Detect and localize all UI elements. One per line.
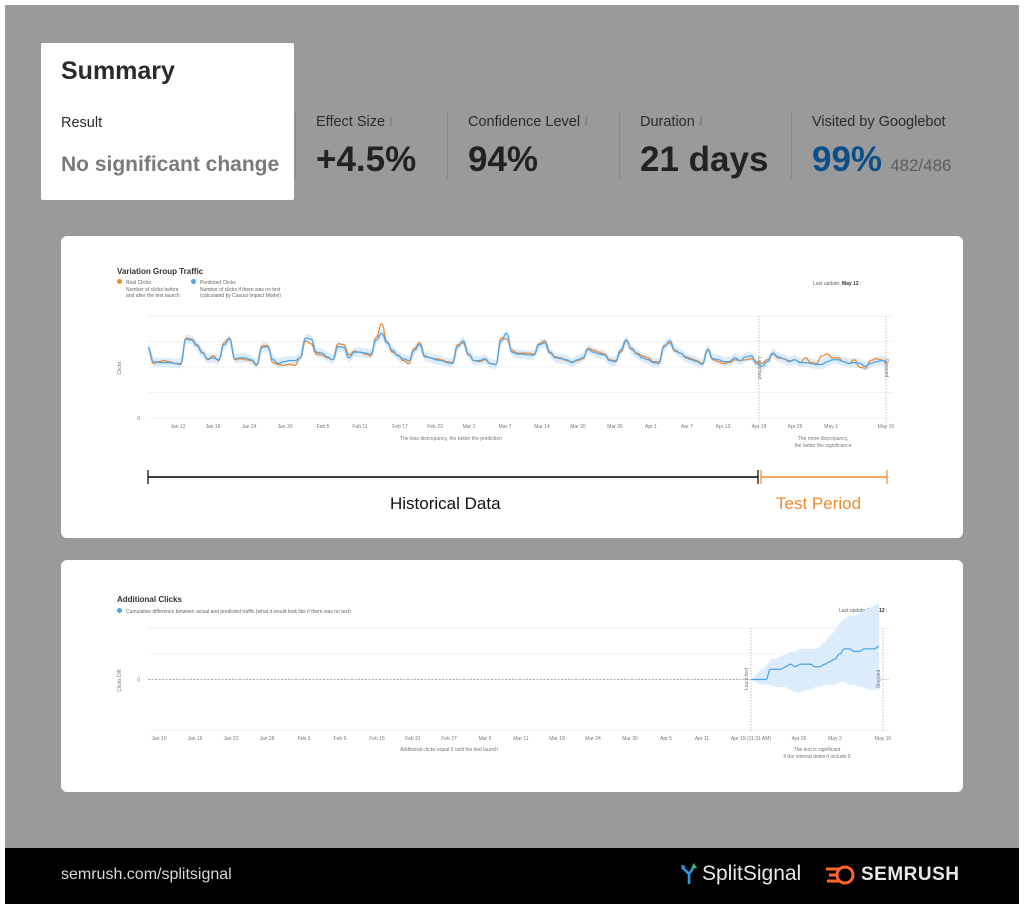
googlebot-count: 482/486 [890, 156, 952, 175]
x-tick-label: Jan 28 [259, 736, 274, 742]
confidence-level-label: Confidence Level i [468, 114, 589, 130]
x-tick-label: Apr 19 [752, 424, 767, 430]
x-tick-label: Feb 21 [405, 736, 421, 742]
x-tick-label: Jan 24 [241, 424, 256, 430]
metric-divider [791, 112, 792, 180]
additional-clicks-chart: 0 Clicks Diff. Jan 10 Jan 16 Jan 22 Jan 28 Feb… [117, 603, 892, 760]
marker-label: Launched [744, 668, 750, 690]
chart-note: the better the significance [795, 443, 852, 449]
x-tick-label: Mar 5 [479, 736, 492, 742]
semrush-fire-icon [826, 865, 855, 885]
x-tick-label: Feb 15 [369, 736, 385, 742]
period-brackets [147, 470, 888, 484]
x-tick-label: Jan 12 [170, 424, 185, 430]
x-tick-label: Apr 11 [695, 736, 710, 742]
x-tick-label: Mar 30 [622, 736, 638, 742]
chart-note: The more discrepancy, [798, 436, 848, 442]
x-tick-label: Apr 5 [660, 736, 672, 742]
historical-data-label: Historical Data [390, 494, 501, 513]
x-tick-label: Jan 10 [151, 736, 166, 742]
prediction-interval-band [148, 328, 887, 371]
variation-traffic-chart: 0 Clicks Jan 12 Jan 18 Jan 24 Jan 30 Feb 5 Feb … [117, 315, 895, 449]
marker-label: Launched [756, 357, 762, 379]
x-tick-label: Feb 5 [317, 424, 330, 430]
x-tick-label: May 10 [875, 736, 892, 742]
chart-note: if the interval doesn't include 0 [783, 754, 850, 760]
y-axis-label: Clicks [117, 361, 123, 375]
splitsignal-logo: SplitSignal [680, 862, 801, 886]
x-tick-label: Feb 23 [427, 424, 443, 430]
googlebot-value: 99% 482/486 [812, 140, 952, 179]
x-tick-label: Jan 22 [223, 736, 238, 742]
x-tick-label: Feb 27 [441, 736, 457, 742]
confidence-interval-band [751, 603, 879, 693]
chart-note: The less discrepancy, the better the pre… [400, 436, 502, 442]
effect-size-value: +4.5% [316, 140, 417, 179]
x-tick-label: Mar 7 [499, 424, 512, 430]
y-tick-label: 0 [137, 416, 140, 422]
x-tick-label: Jan 18 [205, 424, 220, 430]
result-label: Result [61, 115, 103, 131]
x-tick-label: Mar 1 [463, 424, 476, 430]
x-tick-label: Mar 14 [534, 424, 550, 430]
googlebot-label: Visited by Googlebot [812, 114, 946, 130]
x-tick-label: Mar 11 [513, 736, 528, 742]
footer: semrush.com/splitsignal SplitSignal SEMR… [5, 848, 1019, 904]
x-tick-label: Mar 18 [549, 736, 565, 742]
info-icon[interactable]: i [389, 115, 393, 130]
info-icon[interactable]: i [584, 115, 588, 130]
metric-divider [619, 112, 620, 180]
y-tick-label: 0 [137, 678, 140, 684]
x-tick-label: Apr 26 [792, 736, 807, 742]
footer-url[interactable]: semrush.com/splitsignal [61, 866, 232, 884]
x-tick-label: Feb 11 [352, 424, 367, 430]
test-period-label: Test Period [776, 494, 862, 513]
duration-value: 21 days [640, 140, 769, 179]
chart-note: Additional clicks equal 0 until the test… [400, 747, 498, 753]
additional-clicks-panel: Additional Clicks Cumulative difference … [61, 560, 963, 792]
x-tick-label: Apr 1 [645, 424, 657, 430]
result-value: No significant change [61, 153, 280, 176]
x-tick-label: Feb 17 [392, 424, 408, 430]
x-tick-label: May 2 [828, 736, 842, 742]
chart-note: The test is significant [794, 747, 841, 753]
marker-label: Stopped [883, 359, 889, 378]
confidence-level-value: 94% [468, 140, 539, 179]
x-tick-label: Jan 30 [277, 424, 292, 430]
summary-title: Summary [61, 57, 175, 85]
y-axis-label: Clicks Diff. [117, 668, 123, 692]
x-tick-label: May 10 [878, 424, 895, 430]
semrush-logo: SEMRUSH [825, 864, 960, 886]
metric-divider [447, 112, 448, 180]
x-tick-label: Apr 13 [716, 424, 731, 430]
x-tick-label: Mar 26 [607, 424, 623, 430]
summary-card: Summary Result No significant change [41, 43, 294, 200]
x-tick-label: Apr 7 [681, 424, 693, 430]
effect-size-label: Effect Size i [316, 114, 394, 130]
x-tick-label: Feb 9 [334, 736, 347, 742]
split-arrow-icon [681, 863, 697, 884]
info-icon[interactable]: i [699, 115, 703, 130]
x-tick-label: Jan 16 [187, 736, 202, 742]
duration-label: Duration i [640, 114, 703, 130]
marker-label: Stopped [876, 669, 882, 688]
x-tick-label: Apr 19 (11:31 AM) [731, 736, 772, 742]
x-tick-label: Mar 24 [585, 736, 601, 742]
metric-divider [295, 112, 296, 180]
x-tick-label: Apr 25 [788, 424, 803, 430]
x-tick-label: Mar 20 [570, 424, 586, 430]
x-tick-label: Feb 3 [298, 736, 311, 742]
x-tick-label: May 1 [824, 424, 838, 430]
variation-traffic-panel: Variation Group Traffic Real Clicks Numb… [61, 236, 963, 538]
